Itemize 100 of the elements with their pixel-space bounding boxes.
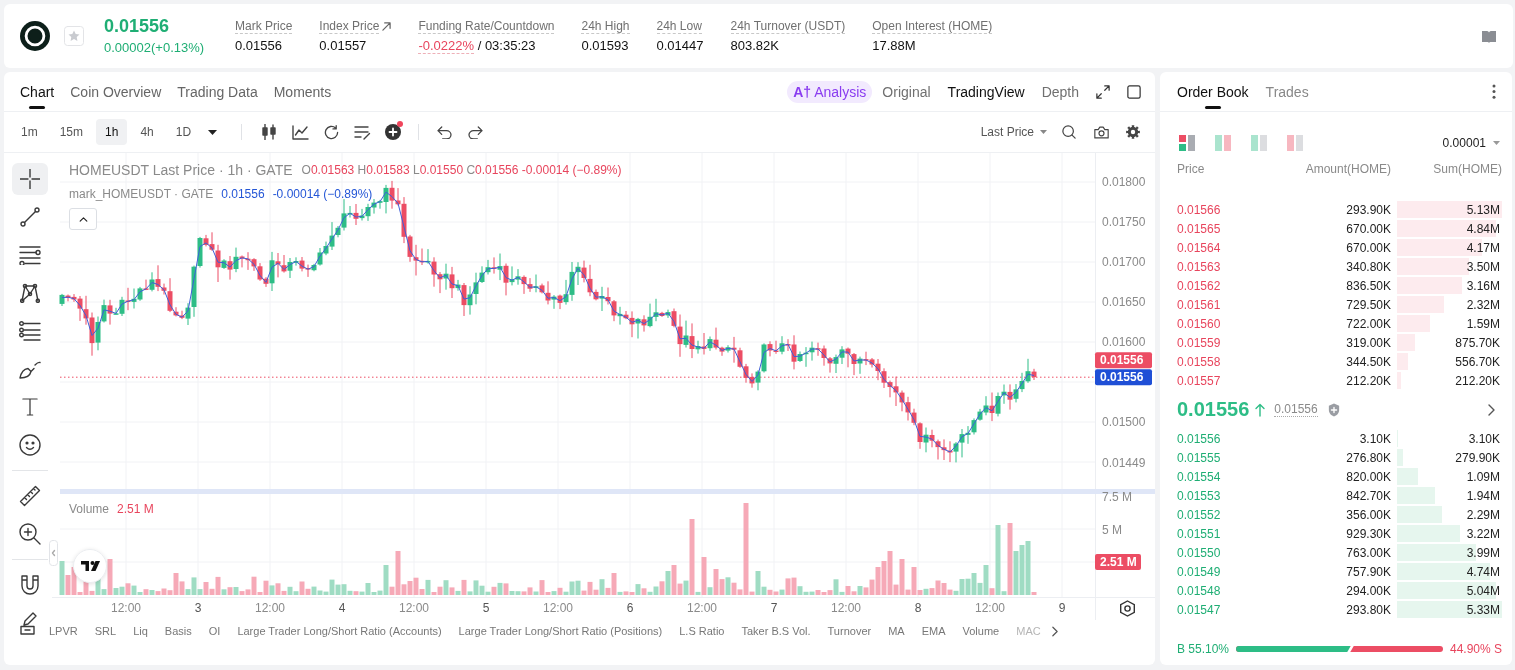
ask-sum: 875.70K bbox=[1455, 335, 1501, 350]
list-pencil-icon[interactable] bbox=[353, 124, 371, 140]
chart-tab[interactable]: Chart bbox=[20, 72, 55, 111]
line-chart-icon[interactable] bbox=[291, 124, 309, 140]
drawing-tool-button[interactable] bbox=[12, 163, 48, 195]
magnet-icon[interactable] bbox=[21, 575, 39, 595]
stat-label: Index Price bbox=[319, 18, 380, 34]
ask-amount: 729.50K bbox=[1346, 297, 1391, 312]
text-tool-icon[interactable] bbox=[22, 397, 38, 417]
volume-label: Volume bbox=[69, 502, 110, 516]
indicator-button[interactable]: L.S Ratio bbox=[679, 625, 725, 637]
price-source-dropdown[interactable]: Last Price bbox=[980, 125, 1047, 139]
interval-button[interactable]: 1D bbox=[166, 119, 201, 145]
bid-price: 0.01551 bbox=[1177, 526, 1222, 541]
bid-price: 0.01548 bbox=[1177, 583, 1222, 598]
bid-price: 0.01556 bbox=[1177, 431, 1222, 446]
ask-price: 0.01559 bbox=[1177, 335, 1222, 350]
time-axis-label: 3 bbox=[194, 601, 202, 615]
search-icon[interactable] bbox=[1062, 125, 1076, 139]
interval-button[interactable]: 1m bbox=[12, 119, 47, 145]
time-axis-label: 4 bbox=[338, 601, 346, 615]
interval-button[interactable]: 4h bbox=[131, 119, 163, 145]
indicator-button[interactable]: SRL bbox=[94, 625, 117, 637]
settings-icon[interactable] bbox=[1120, 600, 1135, 617]
indicator-button[interactable]: OI bbox=[208, 625, 221, 637]
chart-tab[interactable]: Moments bbox=[273, 72, 332, 111]
chart-view-tab[interactable]: Original bbox=[882, 80, 931, 103]
trend-line-icon[interactable] bbox=[20, 207, 40, 227]
refresh-icon[interactable] bbox=[323, 124, 339, 140]
chevron-right-icon[interactable] bbox=[1051, 625, 1058, 637]
order-book-last-price: 0.01556 bbox=[1177, 398, 1250, 421]
indicator-button[interactable]: MA bbox=[888, 625, 905, 637]
ask-sum: 212.20K bbox=[1455, 373, 1501, 388]
order-book-tab[interactable]: Trades bbox=[1265, 72, 1309, 111]
interval-button[interactable]: 1h bbox=[96, 119, 128, 145]
bid-amount: 763.00K bbox=[1346, 545, 1391, 560]
undo-icon[interactable] bbox=[436, 125, 452, 139]
caret-icon bbox=[1040, 130, 1047, 134]
precision-dropdown[interactable]: 0.00001 bbox=[1442, 136, 1500, 150]
bid-sum: 1.09M bbox=[1466, 469, 1501, 484]
ask-sum: 1.59M bbox=[1466, 316, 1501, 331]
chart-tab[interactable]: Trading Data bbox=[177, 72, 258, 111]
level-lines-icon[interactable] bbox=[19, 321, 41, 341]
price-axis-label: 0.01700 bbox=[1102, 255, 1146, 269]
ask-sum: 556.70K bbox=[1455, 354, 1501, 369]
indicator-button[interactable]: Liq bbox=[133, 625, 148, 637]
caret-icon bbox=[1493, 141, 1500, 145]
indicator-button[interactable]: Basis bbox=[164, 625, 192, 637]
chart-view-tab[interactable]: Depth bbox=[1041, 80, 1079, 103]
last-price: 0.01556 bbox=[104, 16, 171, 36]
external-link-icon[interactable] bbox=[382, 21, 392, 31]
ask-price: 0.01557 bbox=[1177, 373, 1222, 388]
indicator-button[interactable]: Large Trader Long/Short Ratio (Positions) bbox=[458, 625, 663, 637]
indicator-button[interactable]: Volume bbox=[962, 625, 1000, 637]
mark-change-value: -0.00014 (−0.89%) bbox=[272, 187, 373, 201]
crosshair-icon[interactable] bbox=[20, 169, 40, 189]
chart-view-tab[interactable]: TradingView bbox=[947, 80, 1025, 103]
stat-label: Funding Rate/Countdown bbox=[418, 18, 555, 34]
ask-price: 0.01563 bbox=[1177, 259, 1222, 274]
brush-icon[interactable] bbox=[19, 359, 41, 379]
bid-amount: 842.70K bbox=[1346, 488, 1391, 503]
ask-price: 0.01564 bbox=[1177, 240, 1222, 255]
expand-icon[interactable] bbox=[1096, 84, 1110, 99]
candles-icon[interactable] bbox=[261, 124, 278, 140]
logo-icon[interactable] bbox=[73, 549, 107, 583]
camera-icon[interactable] bbox=[1093, 125, 1109, 139]
time-axis-label: 12:00 bbox=[255, 601, 285, 615]
bid-price: 0.01554 bbox=[1177, 469, 1222, 484]
zoom-in-icon[interactable] bbox=[19, 523, 41, 545]
gear-icon[interactable] bbox=[1126, 125, 1140, 139]
ruler-icon[interactable] bbox=[19, 485, 41, 507]
time-axis-label: 8 bbox=[914, 601, 922, 615]
time-axis-label: 12:00 bbox=[399, 601, 429, 615]
chart-symbol-title: HOMEUSDT Last Price · 1h · GATE bbox=[69, 162, 293, 178]
indicator-button[interactable]: LPVR bbox=[49, 625, 78, 637]
ohlc-readout: O0.01563 H0.01583 L0.01550 C0.01556 -0.00014 (−0.89%) bbox=[301, 163, 622, 177]
bid-amount: 757.90K bbox=[1346, 564, 1391, 579]
horizontal-lines-icon[interactable] bbox=[19, 245, 41, 265]
stat-value: 0.01556 bbox=[235, 37, 283, 54]
add-icon[interactable] bbox=[385, 124, 402, 140]
indicator-button[interactable]: Large Trader Long/Short Ratio (Accounts) bbox=[237, 625, 442, 637]
redo-icon[interactable] bbox=[467, 125, 483, 139]
stat-label: 24h High bbox=[581, 18, 630, 34]
ai-analysis-button[interactable]: A† Analysis bbox=[787, 80, 873, 103]
chevron-right-icon[interactable] bbox=[1488, 403, 1495, 416]
indicator-button[interactable]: Turnover bbox=[827, 625, 872, 637]
order-book-tab[interactable]: Order Book bbox=[1177, 72, 1249, 111]
indicator-button[interactable]: Taker B.S Vol. bbox=[741, 625, 811, 637]
caret-icon[interactable] bbox=[207, 129, 217, 135]
more-icon[interactable] bbox=[1492, 84, 1496, 99]
indicator-button[interactable]: EMA bbox=[921, 625, 946, 637]
chart-tab[interactable]: Coin Overview bbox=[70, 72, 162, 111]
interval-button[interactable]: 15m bbox=[50, 119, 92, 145]
chevron-up-icon[interactable] bbox=[78, 216, 88, 222]
book-layout-icon[interactable] bbox=[1179, 135, 1195, 151]
book-icon[interactable] bbox=[1482, 29, 1496, 43]
emoji-icon[interactable] bbox=[19, 434, 41, 456]
zigzag-pattern-icon[interactable] bbox=[20, 283, 40, 303]
stat-label: 24h Low bbox=[656, 18, 702, 34]
maximize-icon[interactable] bbox=[1127, 84, 1141, 99]
